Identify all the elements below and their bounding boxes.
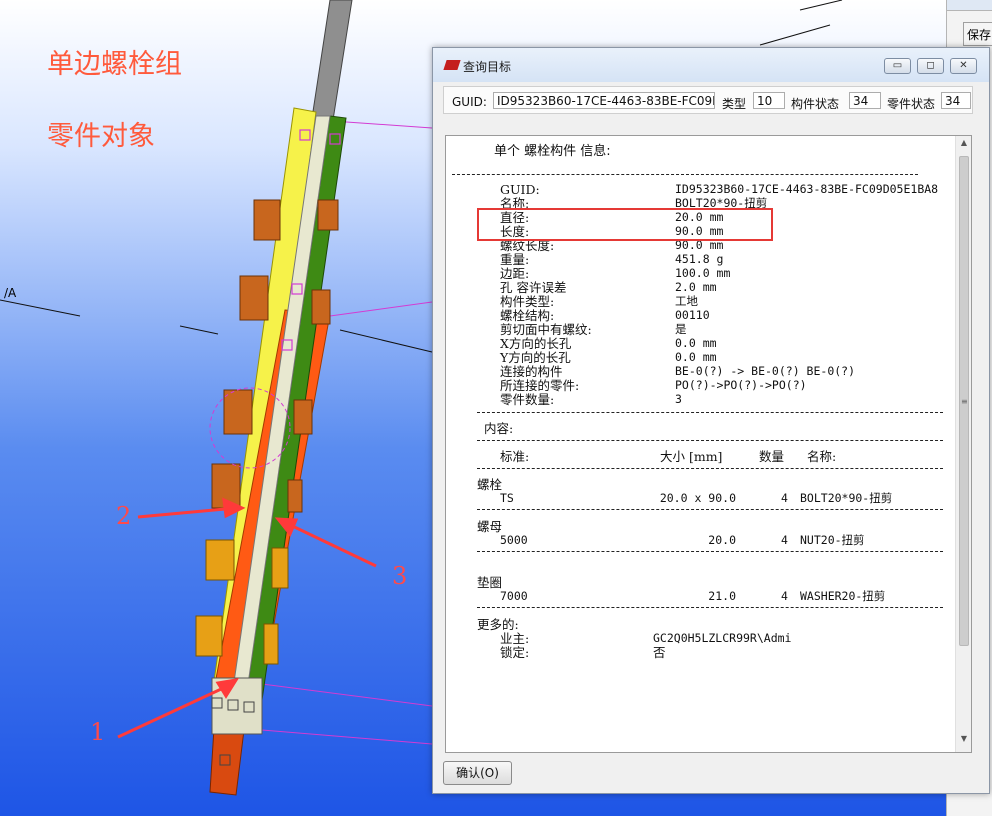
property-label: 重量: (500, 252, 530, 267)
item-name: WASHER20-扭剪 (800, 589, 886, 603)
item-qty: 4 (781, 589, 788, 603)
column-header-size: 大小 [mm] (660, 449, 723, 464)
property-value: 451.8 g (675, 252, 724, 266)
separator-line (452, 174, 918, 175)
guid-field[interactable]: ID95323B60-17CE-4463-83BE-FC09DC (493, 92, 715, 109)
property-value: 00110 (675, 308, 710, 322)
guid-label: GUID: (452, 95, 487, 109)
property-value: 0.0 mm (675, 350, 717, 364)
separator-line (477, 468, 943, 469)
property-label: 剪切面中有螺纹: (500, 322, 592, 337)
property-value: ID95323B60-17CE-4463-83BE-FC09D05E1BA8 (675, 182, 939, 196)
property-label: GUID: (500, 182, 540, 197)
column-header-standard: 标准: (500, 449, 530, 464)
column-header-qty: 数量 (759, 449, 785, 464)
property-value: PO(?)->PO(?)->PO(?) (675, 378, 807, 392)
background-window-titlebar (947, 0, 992, 11)
minimize-button[interactable]: ▭ (884, 58, 911, 74)
property-label: 连接的构件 (500, 364, 563, 379)
item-size: 21.0 (708, 589, 736, 603)
separator-line (477, 509, 943, 510)
item-standard: TS (500, 491, 514, 505)
object-fields-row: GUID: ID95323B60-17CE-4463-83BE-FC09DC 类… (443, 86, 973, 114)
save-button[interactable]: 保存 (963, 22, 992, 46)
type-label: 类型 (722, 97, 747, 111)
maximize-button[interactable]: ◻ (917, 58, 944, 74)
grip-icon: ≡ (961, 397, 968, 406)
property-label: 边距: (500, 266, 530, 281)
inquire-object-dialog: 查询目标 ▭ ◻ ✕ GUID: ID95323B60-17CE-4463-83… (432, 47, 990, 794)
item-qty: 4 (781, 491, 788, 505)
column-header-name: 名称: (807, 449, 837, 464)
close-button[interactable]: ✕ (950, 58, 977, 74)
annotation-label-1: 1 (90, 718, 106, 746)
item-size: 20.0 (708, 533, 736, 547)
annotation-title-part-object: 零件对象 (47, 121, 155, 152)
axis-label: /A (4, 286, 17, 300)
scroll-down-arrow-icon[interactable]: ▼ (956, 734, 971, 748)
property-label: 所连接的零件: (500, 378, 580, 393)
owner-label: 业主: (500, 631, 530, 646)
item-standard: 5000 (500, 533, 528, 547)
dialog-title: 查询目标 (463, 60, 512, 74)
property-value: 2.0 mm (675, 280, 717, 294)
property-label: 构件类型: (500, 294, 555, 309)
property-value: 100.0 mm (675, 266, 731, 280)
scroll-up-arrow-icon[interactable]: ▲ (956, 138, 971, 152)
member-status-label: 构件状态 (791, 97, 840, 111)
separator-line (477, 551, 943, 552)
separator-line (477, 607, 943, 608)
separator-line (477, 440, 943, 441)
item-category: 垫圈 (477, 575, 503, 590)
locked-label: 锁定: (500, 645, 530, 660)
item-qty: 4 (781, 533, 788, 547)
part-status-label: 零件状态 (887, 97, 936, 111)
report-textbox[interactable]: 单个 螺栓构件 信息: GUID: ID95323B60-17CE-4463-83… (445, 135, 972, 753)
separator-line (477, 412, 943, 413)
item-category: 螺母 (477, 519, 503, 534)
property-value: BE-0(?) -> BE-0(?) BE-0(?) (675, 364, 856, 378)
item-standard: 7000 (500, 589, 528, 603)
highlight-box (477, 208, 773, 241)
property-label: 螺栓结构: (500, 308, 555, 323)
contents-label: 内容: (484, 421, 514, 436)
property-label: 孔 容许误差 (500, 280, 567, 295)
property-value: 0.0 mm (675, 336, 717, 350)
property-label: 零件数量: (500, 392, 555, 407)
property-label: Y方向的长孔 (500, 350, 571, 365)
type-field[interactable]: 10 (753, 92, 785, 109)
owner-value: GC2Q0H5LZLCR99R\Admi (653, 631, 792, 645)
annotation-title-bolt-group: 单边螺栓组 (47, 49, 182, 80)
property-value: 是 (675, 322, 687, 336)
ok-button[interactable]: 确认(O) (443, 761, 512, 785)
part-status-field[interactable]: 34 (941, 92, 971, 109)
item-name: BOLT20*90-扭剪 (800, 491, 893, 505)
app-icon (443, 60, 461, 70)
dialog-titlebar[interactable]: 查询目标 ▭ ◻ ✕ (433, 48, 989, 82)
annotation-label-2: 2 (116, 502, 132, 530)
member-status-field[interactable]: 34 (849, 92, 881, 109)
property-value: 工地 (675, 294, 698, 308)
annotation-label-3: 3 (392, 562, 408, 590)
item-name: NUT20-扭剪 (800, 533, 865, 547)
property-value: 3 (675, 392, 682, 406)
scrollbar-thumb[interactable]: ≡ (959, 156, 969, 646)
item-size: 20.0 x 90.0 (659, 491, 736, 505)
more-label: 更多的: (477, 617, 519, 632)
report-title: 单个 螺栓构件 信息: (494, 144, 611, 159)
locked-value: 否 (653, 645, 666, 660)
vertical-scrollbar[interactable]: ▲ ≡ ▼ (955, 136, 971, 752)
item-category: 螺栓 (477, 477, 503, 492)
property-label: X方向的长孔 (500, 336, 572, 351)
